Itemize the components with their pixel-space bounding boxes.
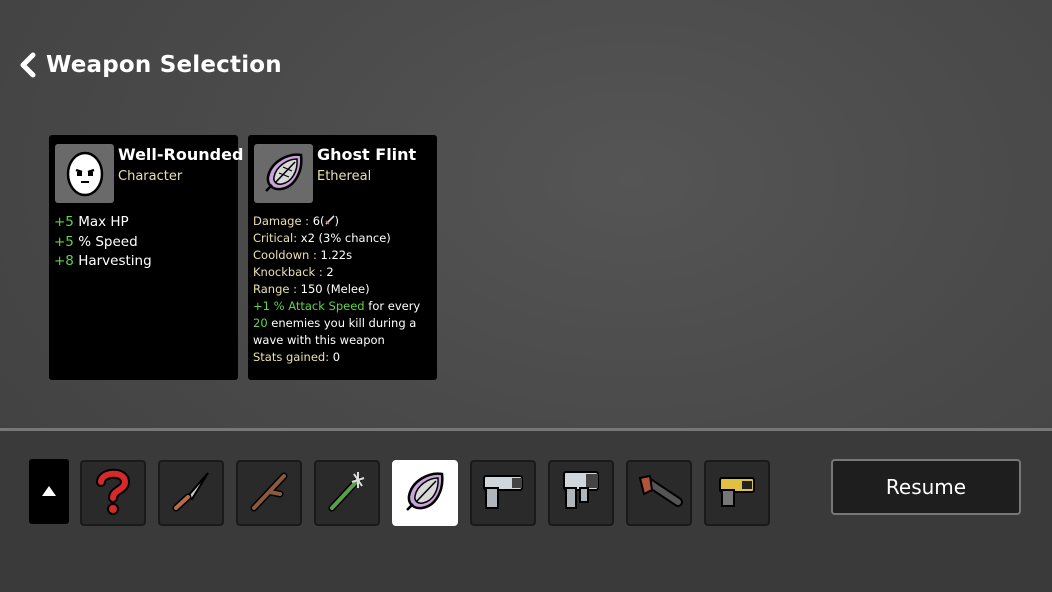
triangle-up-icon <box>41 482 57 501</box>
weapon-slot-spiked-stick[interactable] <box>314 460 380 526</box>
effect-stat: % Attack Speed <box>273 299 365 313</box>
character-name: Well-Rounded <box>118 145 244 164</box>
resume-button[interactable]: Resume <box>831 459 1021 515</box>
weapon-type: Ethereal <box>317 169 372 184</box>
taser-icon <box>712 468 762 518</box>
weapon-slot-shotgun[interactable] <box>626 460 692 526</box>
cooldown-value: 1.22s <box>320 248 353 262</box>
chevron-left-icon[interactable] <box>18 50 40 80</box>
weapon-slot-stick[interactable] <box>236 460 302 526</box>
knockback-row: Knockback : 2 <box>253 264 435 281</box>
knockback-value: 2 <box>326 265 334 279</box>
stat-row: +5 % Speed <box>54 233 152 253</box>
knockback-label: Knockback : <box>253 265 323 279</box>
stat-value: +5 <box>54 214 74 230</box>
stat-row: +5 Max HP <box>54 213 152 233</box>
critical-value: x2 (3% chance) <box>300 231 391 245</box>
question-mark-icon <box>91 466 135 520</box>
pistol-icon <box>478 468 528 518</box>
scroll-up-button[interactable] <box>29 459 69 524</box>
weapon-slot-taser[interactable] <box>704 460 770 526</box>
range-label: Range : <box>253 282 297 296</box>
page-header: Weapon Selection <box>18 50 282 80</box>
stat-label: Harvesting <box>78 253 152 269</box>
critical-label: Critical: <box>253 231 298 245</box>
critical-row: Critical: x2 (3% chance) <box>253 230 435 247</box>
character-portrait <box>55 144 114 203</box>
damage-label: Damage : <box>253 214 310 228</box>
character-card: Well-Rounded Character +5 Max HP +5 % Sp… <box>49 135 243 380</box>
smg-icon <box>556 466 606 520</box>
double-barrel-shotgun-icon <box>634 468 684 518</box>
page-title: Weapon Selection <box>46 52 282 78</box>
egg-face-icon <box>60 147 110 201</box>
stat-row: +8 Harvesting <box>54 252 152 272</box>
stat-value: +5 <box>54 233 74 250</box>
damage-value: 6( <box>312 214 325 228</box>
gained-row: Stats gained: 0 <box>253 349 435 366</box>
effect-text-2: enemies you kill during a wave with this… <box>253 316 417 347</box>
stat-value: +8 <box>54 253 74 269</box>
spiked-stick-icon <box>324 468 370 518</box>
weapon-slot-unknown[interactable] <box>80 460 146 526</box>
weapon-name: Ghost Flint <box>317 145 417 164</box>
weapon-slot-pistol[interactable] <box>470 460 536 526</box>
gained-label: Stats gained: <box>253 350 330 364</box>
sword-icon <box>324 214 335 228</box>
gained-value: 0 <box>332 350 341 364</box>
stick-icon <box>246 468 292 518</box>
weapon-slot-smg[interactable] <box>548 460 614 526</box>
damage-close: ) <box>334 214 340 228</box>
character-type: Character <box>118 169 183 184</box>
effect-count: 20 <box>253 316 268 330</box>
effect-row: +1 % Attack Speed for every 20 enemies y… <box>253 298 435 349</box>
effect-amount: +1 <box>253 299 270 313</box>
weapon-card: Ghost Flint Ethereal Damage : 6() Critic… <box>248 135 437 380</box>
knife-icon <box>168 468 214 518</box>
weapon-portrait <box>254 144 313 203</box>
stat-label: Max HP <box>78 214 129 230</box>
cooldown-label: Cooldown : <box>253 248 317 262</box>
weapon-stats: Damage : 6() Critical: x2 (3% chance) Co… <box>253 213 435 366</box>
ghost-flint-icon <box>400 466 450 520</box>
effect-text-1: for every <box>368 299 421 313</box>
stat-label: % Speed <box>78 233 138 250</box>
weapon-slot-knife[interactable] <box>158 460 224 526</box>
character-stats: +5 Max HP +5 % Speed +8 Harvesting <box>54 213 152 272</box>
weapon-slot-ghost-flint[interactable] <box>392 460 458 526</box>
range-value: 150 (Melee) <box>300 282 370 296</box>
range-row: Range : 150 (Melee) <box>253 281 435 298</box>
ghost-flint-icon <box>259 147 309 201</box>
damage-row: Damage : 6() <box>253 213 435 230</box>
cooldown-row: Cooldown : 1.22s <box>253 247 435 264</box>
